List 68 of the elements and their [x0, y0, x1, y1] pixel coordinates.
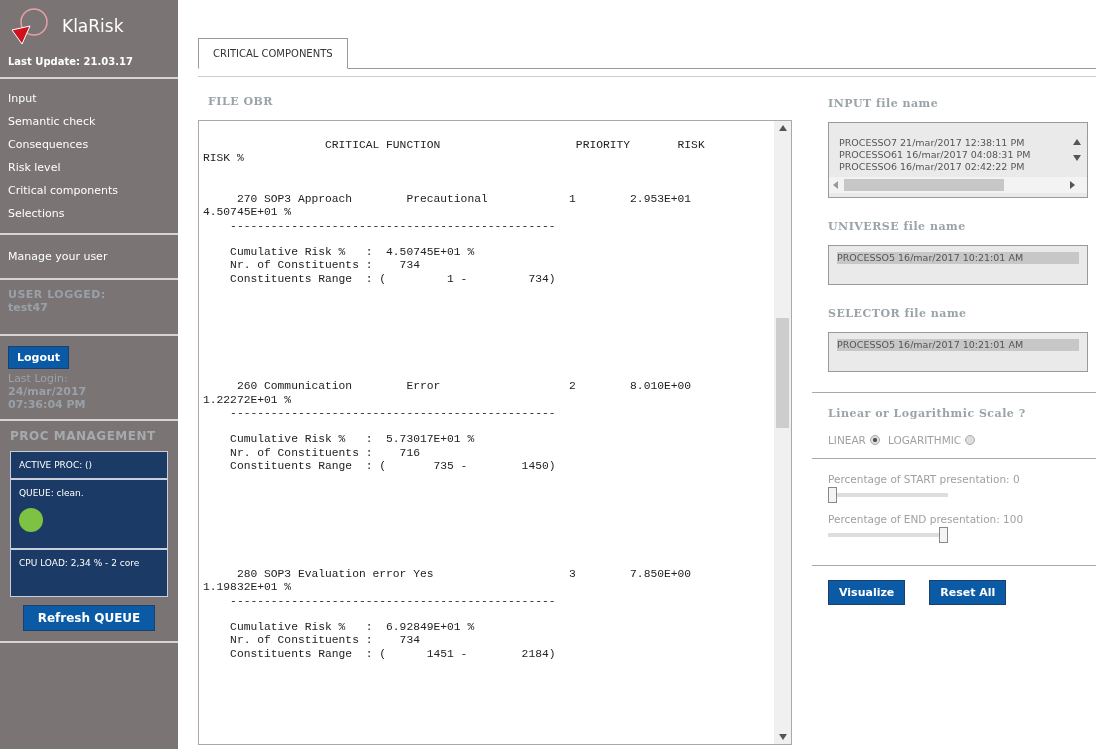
last-update: Last Update: 21.03.17	[8, 56, 133, 67]
menu-item[interactable]: Selections	[8, 202, 65, 225]
scroll-up-icon[interactable]	[778, 125, 787, 131]
report-line: CRITICAL FUNCTION PRIORITY RISK	[324, 139, 705, 153]
list-item[interactable]: PROCESSO7 21/mar/2017 12:38:11 PM	[839, 137, 1063, 149]
scrollbar-thumb[interactable]	[776, 317, 789, 428]
file-listbox[interactable]: PROCESSO5 16/mar/2017 10:21:01 AM	[828, 245, 1088, 285]
slider-handle[interactable]	[939, 527, 948, 543]
logout-button[interactable]: Logout	[8, 346, 70, 369]
report-line: 270 SOP3 Approach Precautional 1 2.953E+01	[235, 192, 692, 207]
queue-status: QUEUE: clean.	[19, 488, 85, 498]
refresh-queue-button[interactable]: Refresh QUEUE	[22, 605, 156, 631]
report-line: 4.50745E+01 %	[203, 206, 292, 220]
menu-item[interactable]: Input	[8, 87, 37, 110]
scale-title: Linear or Logarithmic Scale ?	[828, 407, 1027, 420]
list-item[interactable]: PROCESSO61 16/mar/2017 04:08:31 PM	[839, 149, 1063, 161]
radio-label: LOGARITHMIC	[887, 434, 962, 446]
field-label: UNIVERSE file name	[828, 220, 967, 233]
file-listbox[interactable]: PROCESSO7 21/mar/2017 12:38:11 PM PROCESSO61 16/mar/2017 04:08:31 PM PROCESSO6 16/mar/2017 02:42:22 PM	[828, 122, 1088, 198]
tab[interactable]: CRITICAL COMPONENTS	[198, 38, 348, 69]
scroll-down-icon[interactable]	[1073, 155, 1081, 161]
proc-management-title: PROC MANAGEMENT	[10, 429, 157, 443]
menu-item[interactable]: Risk level	[8, 156, 61, 179]
slider-label: Percentage of START presentation: 0	[828, 473, 1021, 485]
cpu-load: CPU LOAD: 2,34 % - 2 core	[19, 558, 141, 568]
menu-item[interactable]: Semantic check	[8, 110, 96, 133]
slider-handle[interactable]	[828, 487, 837, 503]
scroll-down-icon[interactable]	[778, 734, 787, 740]
report-line: Constituents Range : ( 1 - 734)	[229, 272, 556, 287]
report-line: Cumulative Risk % : 4.50745E+01 %	[229, 246, 475, 260]
report-line: Constituents Range : ( 735 - 1450)	[229, 460, 556, 474]
menu-item[interactable]: Consequences	[8, 133, 89, 156]
report-line: ------------------------------------------------	[229, 594, 556, 608]
slider-label: Percentage of END presentation: 100	[828, 513, 1025, 525]
active-proc: ACTIVE PROC: ()	[19, 460, 94, 470]
report-line: Cumulative Risk % : 6.92849E+01 %	[229, 620, 475, 635]
field-label: INPUT file name	[828, 97, 940, 110]
app-logo: KlaRisk	[62, 16, 124, 36]
report-line: RISK %	[203, 152, 244, 166]
action-button[interactable]: Reset All	[929, 580, 1007, 605]
report-line: 1.19832E+01 %	[203, 581, 292, 595]
report-line: Nr. of Constituents : 734	[229, 634, 420, 648]
scroll-right-icon[interactable]	[1070, 181, 1075, 189]
radio-button[interactable]	[965, 435, 976, 445]
scroll-left-icon[interactable]	[833, 181, 838, 189]
radio-button[interactable]	[869, 435, 880, 445]
report-line: ------------------------------------------------	[229, 407, 556, 421]
scrollbar-thumb[interactable]	[844, 179, 1004, 191]
scrollbar[interactable]	[774, 121, 791, 744]
report-line: ------------------------------------------------	[229, 219, 556, 234]
report-line: Nr. of Constituents : 716	[229, 446, 420, 461]
list-item[interactable]: PROCESSO6 16/mar/2017 02:42:22 PM	[839, 161, 1063, 173]
list-item[interactable]: PROCESSO5 16/mar/2017 10:21:01 AM	[837, 252, 1079, 264]
action-button[interactable]: Visualize	[828, 580, 906, 605]
report-line: 260 Communication Error 2 8.010E+00	[235, 380, 692, 394]
field-label: SELECTOR file name	[828, 307, 968, 320]
report-line: Constituents Range : ( 1451 - 2184)	[229, 647, 556, 662]
report-line: 280 SOP3 Evaluation error Yes 3 7.850E+00	[235, 567, 692, 582]
radio-label: LINEAR	[828, 434, 866, 446]
list-item[interactable]: PROCESSO5 16/mar/2017 10:21:01 AM	[837, 339, 1079, 351]
report-title: FILE OBR	[208, 95, 274, 108]
menu-item[interactable]: Critical components	[8, 179, 118, 202]
menu-item[interactable]: Manage your user	[8, 245, 108, 268]
report-line: Nr. of Constituents : 734	[229, 259, 420, 273]
report-line: 1.22272E+01 %	[203, 393, 292, 408]
scroll-up-icon[interactable]	[1073, 139, 1081, 145]
file-listbox[interactable]: PROCESSO5 16/mar/2017 10:21:01 AM	[828, 332, 1088, 372]
report-line: Cumulative Risk % : 5.73017E+01 %	[229, 433, 475, 447]
